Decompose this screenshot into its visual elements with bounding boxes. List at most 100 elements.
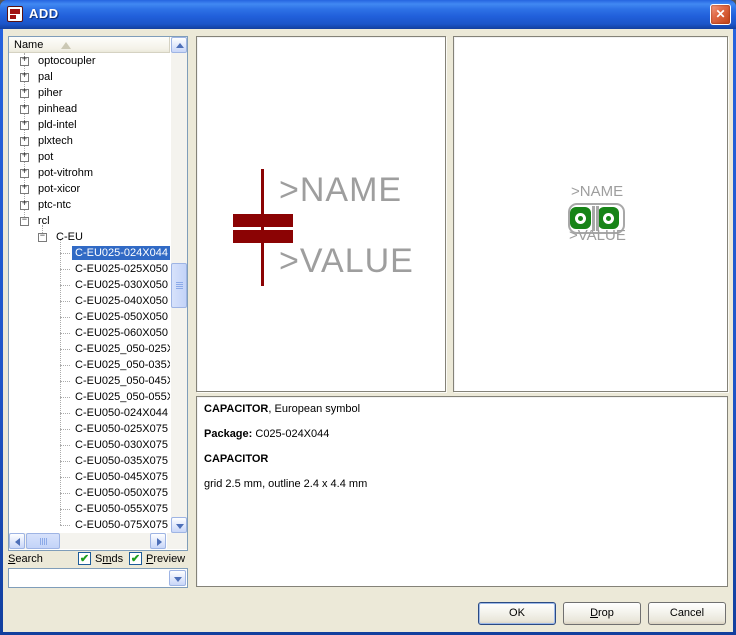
close-button[interactable]: ✕ xyxy=(710,4,731,25)
collapse-icon[interactable]: − xyxy=(38,233,47,242)
tree-item-C-EU050-050X075[interactable]: C-EU050-050X075 xyxy=(9,485,170,501)
tree-item-label: C-EU050-024X044 xyxy=(72,406,170,420)
tree-item-label: C-EU050-055X075 xyxy=(72,502,170,516)
scroll-left-button[interactable] xyxy=(9,533,25,549)
tree-item-C-EU025_050-025X0[interactable]: C-EU025_050-025X0 xyxy=(9,341,170,357)
title-bar[interactable]: ADD ✕ xyxy=(0,0,736,29)
window-title: ADD xyxy=(29,6,59,21)
scroll-right-button[interactable] xyxy=(150,533,166,549)
expand-icon[interactable]: + xyxy=(20,201,29,210)
tree-item-pot-vitrohm[interactable]: + pot-vitrohm xyxy=(9,165,170,181)
tree-item-pot-xicor[interactable]: + pot-xicor xyxy=(9,181,170,197)
capacitor-symbol-plate xyxy=(233,214,293,227)
tree-column-header-name[interactable]: Name xyxy=(9,37,170,53)
tree-item-pld-intel[interactable]: + pld-intel xyxy=(9,117,170,133)
close-icon: ✕ xyxy=(715,7,725,21)
tree-item-C-EU025-040X050[interactable]: C-EU025-040X050 xyxy=(9,293,170,309)
app-icon xyxy=(7,6,23,22)
expand-icon[interactable]: + xyxy=(20,89,29,98)
search-combobox[interactable] xyxy=(8,568,188,588)
tree-item-C-EU[interactable]: −C-EU xyxy=(9,229,170,245)
scroll-down-button[interactable] xyxy=(171,517,187,533)
expand-icon[interactable]: + xyxy=(20,153,29,162)
description-line: grid 2.5 mm, outline 2.4 x 4.4 mm xyxy=(204,478,720,490)
tree-item-C-EU050-055X075[interactable]: C-EU050-055X075 xyxy=(9,501,170,517)
tree-item-plxtech[interactable]: +plxtech xyxy=(9,133,170,149)
tree-column-header-label: Name xyxy=(14,39,43,51)
capacitor-symbol-lead xyxy=(261,169,264,286)
tree-item-C-EU025-030X050[interactable]: C-EU025-030X050 xyxy=(9,277,170,293)
scroll-up-button[interactable] xyxy=(171,37,187,53)
tree-item-C-EU050-025X075[interactable]: C-EU050-025X075 xyxy=(9,421,170,437)
tree-item-C-EU050-045X075[interactable]: C-EU050-045X075 xyxy=(9,469,170,485)
tree-item-C-EU025_050-035X0[interactable]: C-EU025_050-035X0 xyxy=(9,357,170,373)
collapse-icon[interactable]: − xyxy=(20,217,29,226)
tree-item-label: pot-xicor xyxy=(35,182,83,196)
description-line: CAPACITOR, European symbol xyxy=(204,403,720,415)
tree-item-rcl[interactable]: −rcl xyxy=(9,213,170,229)
arrow-down-icon xyxy=(176,524,184,529)
expand-icon[interactable]: + xyxy=(20,169,29,178)
tree-item-C-EU025-025X050[interactable]: C-EU025-025X050 xyxy=(9,261,170,277)
package-name-text: >NAME xyxy=(571,183,623,200)
chevron-down-icon xyxy=(174,577,182,582)
tree-item-pinhead[interactable]: +pinhead xyxy=(9,101,170,117)
horizontal-scrollbar[interactable] xyxy=(9,533,166,549)
tree-item-label: ptc-ntc xyxy=(35,198,74,212)
tree-item-C-EU025-024X044[interactable]: C-EU025-024X044 xyxy=(9,245,170,261)
tree-item-C-EU025-060X050[interactable]: C-EU025-060X050 xyxy=(9,325,170,341)
tree-item-C-EU050-024X044[interactable]: C-EU050-024X044 xyxy=(9,405,170,421)
search-input[interactable] xyxy=(11,570,167,586)
combo-dropdown-button[interactable] xyxy=(169,570,186,586)
drill-hole xyxy=(575,213,586,224)
expand-icon[interactable]: + xyxy=(20,57,29,66)
tree-item-label: pot-vitrohm xyxy=(35,166,96,180)
tree-item-label: C-EU050-025X075 xyxy=(72,422,170,436)
description-panel: CAPACITOR, European symbol Package: C025… xyxy=(196,396,728,587)
tree-item-label: C-EU025-025X050 xyxy=(72,262,170,276)
expand-icon[interactable]: + xyxy=(20,73,29,82)
package-value-text: >VALUE xyxy=(569,227,626,244)
tree-item-label: pld-intel xyxy=(35,118,80,132)
expand-icon[interactable]: + xyxy=(20,137,29,146)
tree-item-C-EU025-050X050[interactable]: C-EU025-050X050 xyxy=(9,309,170,325)
expand-icon[interactable]: + xyxy=(20,185,29,194)
vertical-scrollbar-thumb[interactable] xyxy=(171,263,187,308)
smds-label[interactable]: Smds xyxy=(95,553,123,565)
tree-list[interactable]: +optocoupler+pal+piher+pinhead+pld-intel… xyxy=(9,53,170,533)
tree-item-label: optocoupler xyxy=(35,54,99,68)
arrow-up-icon xyxy=(176,43,184,48)
tree-item-label: C-EU050-035X075 xyxy=(72,454,170,468)
preview-checkbox[interactable]: ✔ xyxy=(129,552,142,565)
tree-item-label: pal xyxy=(35,70,56,84)
arrow-left-icon xyxy=(15,538,20,546)
tree-item-label: C-EU050-045X075 xyxy=(72,470,170,484)
symbol-name-text: >NAME xyxy=(279,171,402,210)
pad xyxy=(570,207,591,229)
symbol-value-text: >VALUE xyxy=(279,242,414,281)
expand-icon[interactable]: + xyxy=(20,121,29,130)
tree-item-pot[interactable]: +pot xyxy=(9,149,170,165)
expand-icon[interactable]: + xyxy=(20,105,29,114)
cancel-button[interactable]: Cancel xyxy=(648,602,726,625)
package-preview-pane: >NAME >VALUE xyxy=(453,36,728,392)
drop-button[interactable]: Drop xyxy=(563,602,641,625)
tree-item-pal[interactable]: + pal xyxy=(9,69,170,85)
preview-label[interactable]: Preview xyxy=(146,553,185,565)
search-label: Search xyxy=(8,553,43,565)
tree-item-piher[interactable]: +piher xyxy=(9,85,170,101)
checkbox-check-icon: ✔ xyxy=(131,553,140,565)
tree-item-C-EU025_050-055X0[interactable]: C-EU025_050-055X0 xyxy=(9,389,170,405)
tree-item-C-EU025_050-045X0[interactable]: C-EU025_050-045X0 xyxy=(9,373,170,389)
vertical-scrollbar[interactable] xyxy=(171,37,187,533)
description-line: Package: C025-024X044 xyxy=(204,428,720,440)
tree-item-optocoupler[interactable]: + optocoupler xyxy=(9,53,170,69)
add-dialog-window: ADD ✕ Name + optocoupler + pal+piher+pinhea… xyxy=(0,0,736,635)
ok-button[interactable]: OK xyxy=(478,602,556,625)
tree-item-C-EU050-030X075[interactable]: C-EU050-030X075 xyxy=(9,437,170,453)
tree-item-C-EU050-075X075[interactable]: C-EU050-075X075 xyxy=(9,517,170,533)
tree-item-C-EU050-035X075[interactable]: C-EU050-035X075 xyxy=(9,453,170,469)
horizontal-scrollbar-thumb[interactable] xyxy=(26,533,60,549)
smds-checkbox[interactable]: ✔ xyxy=(78,552,91,565)
tree-item-ptc-ntc[interactable]: + ptc-ntc xyxy=(9,197,170,213)
